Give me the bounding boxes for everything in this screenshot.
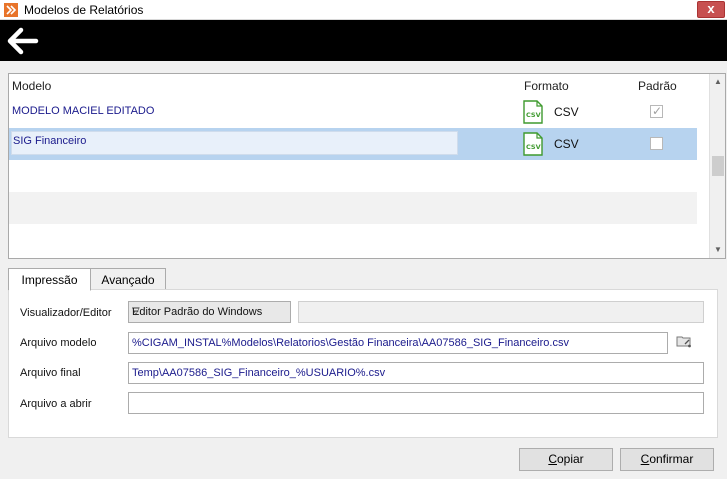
arquivo-abrir-input[interactable] [128,392,704,414]
arrow-left-icon[interactable] [6,26,40,56]
scrollbar-thumb[interactable] [712,156,724,176]
vertical-scrollbar[interactable]: ▲ ▼ [709,74,725,258]
visualizador-select[interactable]: Editor Padrão do Windows ▽ [128,301,291,323]
arquivo-final-input[interactable]: Temp\AA07586_SIG_Financeiro_%USUARIO%.cs… [128,362,704,384]
tab-impressao[interactable]: Impressão [8,268,91,291]
folder-browse-icon[interactable] [675,332,693,350]
table-row[interactable]: MODELO MACIEL EDITADO CSV CSV [9,96,697,128]
csv-file-icon: CSV [523,100,543,124]
tab-panel-impressao: Visualizador/Editor Editor Padrão do Win… [8,289,718,438]
copiar-button[interactable]: Copiar [519,448,613,471]
visualizador-label: Visualizador/Editor [20,307,112,319]
empty-row [9,224,697,256]
csv-file-icon: CSV [523,132,543,156]
table-row[interactable]: SIG Financeiro CSV CSV [9,128,697,160]
default-checkbox[interactable] [650,137,663,150]
close-button[interactable]: x [697,1,725,18]
svg-text:CSV: CSV [526,143,541,151]
scroll-down-icon[interactable]: ▼ [710,242,725,258]
toolbar [0,20,727,61]
chevron-down-icon: ▽ [132,306,140,317]
arquivo-modelo-label: Arquivo modelo [20,337,97,349]
empty-row [9,160,697,192]
model-name-cell: SIG Financeiro [13,135,87,147]
arquivo-modelo-value: %CIGAM_INSTAL%Modelos\Relatorios\Gestão … [132,337,569,349]
title-bar: Modelos de Relatórios x [0,0,727,20]
arquivo-abrir-label: Arquivo a abrir [20,398,92,410]
window-title: Modelos de Relatórios [24,3,144,17]
copiar-label: opiar [556,452,584,466]
column-header-default[interactable]: Padrão [638,79,677,93]
arquivo-final-label: Arquivo final [20,367,81,379]
format-cell: CSV [554,137,579,151]
column-header-format[interactable]: Formato [524,79,569,93]
default-checkbox[interactable] [650,104,663,118]
models-grid[interactable]: Modelo Formato Padrão MODELO MACIEL EDIT… [8,73,726,259]
model-name-cell: MODELO MACIEL EDITADO [12,105,155,117]
confirmar-label: onfirmar [649,452,694,466]
copiar-accelerator: C [548,452,557,466]
arquivo-final-value: Temp\AA07586_SIG_Financeiro_%USUARIO%.cs… [132,367,386,379]
tab-avancado[interactable]: Avançado [90,268,166,290]
model-name-edit-field[interactable]: SIG Financeiro [11,131,458,155]
format-cell: CSV [554,105,579,119]
scroll-up-icon[interactable]: ▲ [710,74,725,90]
grid-header: Modelo Formato Padrão [9,74,697,96]
empty-row [9,192,697,224]
confirmar-button[interactable]: Confirmar [620,448,714,471]
visualizador-path-field [298,301,704,323]
app-logo-icon [4,3,18,17]
arquivo-modelo-input[interactable]: %CIGAM_INSTAL%Modelos\Relatorios\Gestão … [128,332,668,354]
svg-text:CSV: CSV [526,111,541,119]
column-header-model[interactable]: Modelo [12,79,51,93]
